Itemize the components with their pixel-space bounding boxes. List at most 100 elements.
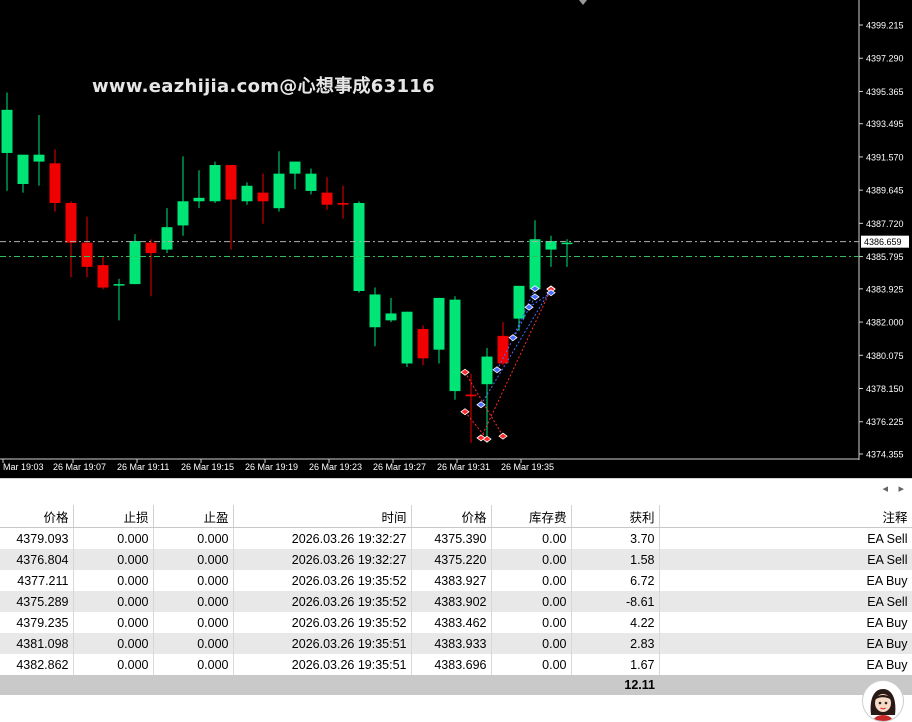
scroll-left-icon[interactable]: ◂ [882,482,888,495]
trade-close-marker [498,432,508,440]
column-header[interactable]: 价格 [0,505,74,528]
table-row[interactable]: 4377.211 0.000 0.000 2026.03.26 19:35:52 438… [0,570,912,591]
trade-open-marker [508,334,518,342]
candle-body [129,240,141,285]
column-header[interactable]: 获利 [571,505,660,528]
table-cell: 4375.220 [411,549,492,570]
table-row[interactable]: 4379.093 0.000 0.000 2026.03.26 19:32:27 437… [0,527,912,549]
candle-body [465,394,477,397]
price-label: 4391.570 [866,152,904,162]
table-cell: 0.000 [153,633,234,654]
table-cell: 4383.696 [411,654,492,675]
candle-body [241,185,253,202]
table-cell: 0.00 [491,654,572,675]
avatar[interactable] [862,680,904,722]
table-cell: EA Sell [659,549,912,570]
table-cell: 0.00 [491,591,572,612]
candle-body [145,242,157,254]
table-cell: 0.000 [73,654,154,675]
trade-open-marker [460,368,470,376]
table-row[interactable]: 4375.289 0.000 0.000 2026.03.26 19:35:52 438… [0,591,912,612]
candle-body [273,173,285,209]
price-label: 4393.495 [866,119,904,129]
candle-body [49,163,61,204]
table-cell: 0.000 [153,654,234,675]
table-cell: 4383.933 [411,633,492,654]
table-cell: EA Buy [659,633,912,654]
table-cell: 4377.211 [0,570,74,591]
price-chart[interactable]: 4399.215 4397.290 4395.365 4393.495 4391.570… [0,0,912,478]
table-row[interactable]: 4381.098 0.000 0.000 2026.03.26 19:35:51 438… [0,633,912,654]
trade-history-table: 价格 止损 止盈 时间 价格 库存费 获利 注释 4379.093 0.000 0.000 2026… [0,505,912,695]
table-cell: 0.000 [153,612,234,633]
table-cell: 0.000 [73,591,154,612]
price-label: 4397.290 [866,54,904,64]
column-header[interactable]: 止损 [73,505,154,528]
table-cell: 0.000 [153,549,234,570]
candle-body [33,154,45,162]
table-row[interactable]: 4382.862 0.000 0.000 2026.03.26 19:35:51 438… [0,654,912,675]
total-profit: 12.11 [571,675,659,695]
table-cell: -8.61 [571,591,660,612]
time-label: 26 Mar 19:11 [117,462,169,472]
time-label: 26 Mar 19:23 [309,462,362,472]
table-cell: 4375.390 [411,527,492,549]
watermark: www.eazhijia.com@心想事成63116 [92,76,435,97]
candle-body [545,240,557,250]
candle-body [193,197,205,202]
total-row-cell [0,675,73,695]
table-cell: 0.000 [73,612,154,633]
candle-body [513,285,525,319]
table-cell: 4383.902 [411,591,492,612]
candle-body [433,297,445,350]
table-cell: 0.000 [73,527,154,549]
price-label: 4380.075 [866,351,904,361]
candle-body [401,311,413,364]
table-cell: 4381.098 [0,633,74,654]
table-cell: 4379.235 [0,612,74,633]
candle-body [321,192,333,205]
table-cell: 4383.462 [411,612,492,633]
table-cell: 0.00 [491,549,572,570]
table-cell: 6.72 [571,570,660,591]
candle-body [257,192,269,202]
table-cell: EA Buy [659,612,912,633]
candle-body [561,242,573,245]
table-cell: 4383.927 [411,570,492,591]
price-label: 4382.000 [866,318,904,328]
total-row-cell [233,675,411,695]
column-header[interactable]: 时间 [233,505,412,528]
table-cell: 0.00 [491,527,572,549]
table-header-row: 价格 止损 止盈 时间 价格 库存费 获利 注释 [0,505,912,528]
column-header[interactable]: 库存费 [491,505,572,528]
table-cell: 2026.03.26 19:35:51 [233,654,412,675]
table-cell: 4379.093 [0,527,74,549]
table-cell: 0.000 [153,527,234,549]
price-label: 4378.150 [866,384,904,394]
column-header[interactable]: 价格 [411,505,492,528]
trade-close-marker [530,293,540,301]
table-cell: 0.00 [491,570,572,591]
trade-open-marker [476,401,486,409]
table-row[interactable]: 4376.804 0.000 0.000 2026.03.26 19:32:27 437… [0,549,912,570]
price-label: 4376.225 [866,417,904,427]
candle-body [481,356,493,385]
table-cell: 0.00 [491,633,572,654]
candle-body [417,328,429,359]
column-header[interactable]: 止盈 [153,505,234,528]
table-cell: 4382.862 [0,654,74,675]
table-cell: EA Buy [659,570,912,591]
scroll-right-icon[interactable]: ▸ [898,482,904,495]
table-row[interactable]: 4379.235 0.000 0.000 2026.03.26 19:35:52 438… [0,612,912,633]
table-cell: 4376.804 [0,549,74,570]
candle-body [1,109,13,153]
time-label: 26 Mar 19:07 [53,462,106,472]
price-label: 4387.720 [866,219,904,229]
table-cell: 0.000 [153,570,234,591]
table-cell: 3.70 [571,527,660,549]
table-cell: 1.67 [571,654,660,675]
table-cell: 2026.03.26 19:35:52 [233,591,412,612]
trade-open-marker [524,303,534,311]
candle-body [353,203,365,292]
column-header[interactable]: 注释 [659,505,912,528]
